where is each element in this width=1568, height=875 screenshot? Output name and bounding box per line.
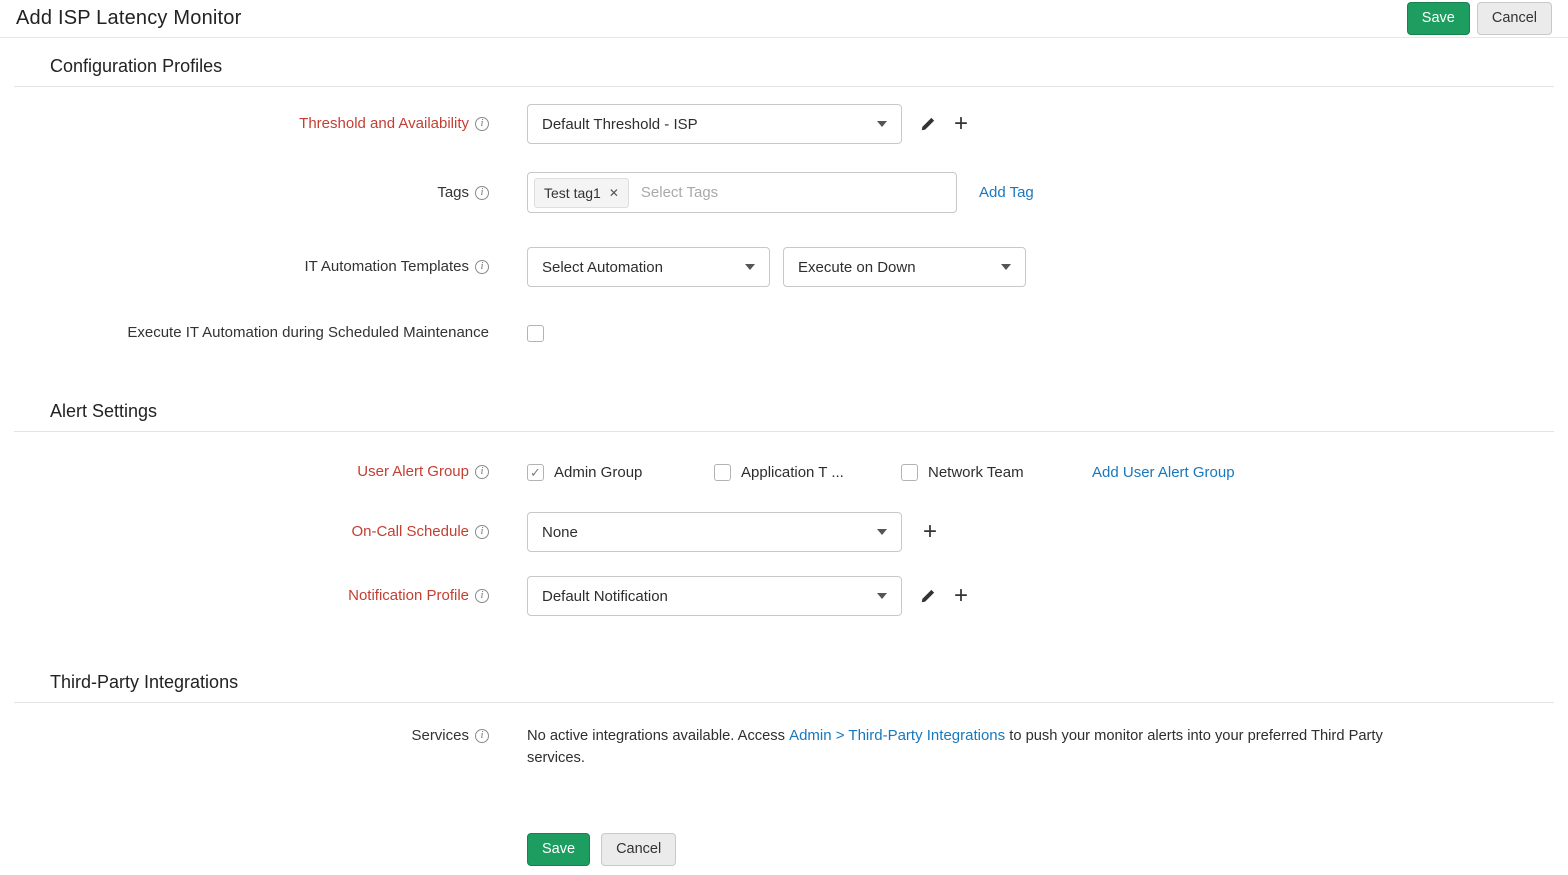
save-button[interactable]: Save: [1407, 2, 1470, 35]
tag-chip-label: Test tag1: [544, 185, 601, 201]
tags-placeholder: Select Tags: [641, 184, 718, 201]
automation-action-value: Execute on Down: [798, 259, 916, 276]
info-icon[interactable]: [475, 525, 489, 539]
threshold-select[interactable]: Default Threshold - ISP: [527, 104, 902, 144]
user-alert-group-row: User Alert Group Admin Group Application…: [0, 462, 1568, 482]
threshold-select-value: Default Threshold - ISP: [542, 116, 698, 133]
add-icon[interactable]: [920, 522, 940, 542]
info-icon[interactable]: [475, 465, 489, 479]
tag-chip: Test tag1: [534, 178, 629, 208]
on-call-schedule-label: On-Call Schedule: [0, 522, 489, 542]
section-third-party-integrations: Third-Party Integrations: [50, 672, 1568, 693]
save-button[interactable]: Save: [527, 833, 590, 866]
admin-third-party-integrations-link[interactable]: Admin > Third-Party Integrations: [789, 727, 1005, 744]
services-row: Services No active integrations availabl…: [0, 725, 1568, 769]
chevron-down-icon: [877, 121, 887, 127]
header-actions: Save Cancel: [1407, 2, 1552, 35]
maintenance-checkbox[interactable]: [527, 325, 544, 342]
checkbox-icon[interactable]: [527, 464, 544, 481]
it-automation-label: IT Automation Templates: [0, 257, 489, 277]
user-alert-group-label: User Alert Group: [0, 462, 489, 482]
tags-label: Tags: [0, 183, 489, 203]
notification-profile-value: Default Notification: [542, 588, 668, 605]
services-message: No active integrations available. Access…: [527, 725, 1392, 769]
maintenance-row: Execute IT Automation during Scheduled M…: [0, 323, 1568, 343]
info-icon[interactable]: [475, 260, 489, 274]
checkbox-application-team[interactable]: Application T ...: [714, 464, 901, 481]
chevron-down-icon: [877, 529, 887, 535]
tags-row: Tags Test tag1 Select Tags Add Tag: [0, 172, 1568, 213]
tags-input[interactable]: Test tag1 Select Tags: [527, 172, 957, 213]
add-user-alert-group-link[interactable]: Add User Alert Group: [1092, 464, 1235, 481]
chevron-down-icon: [745, 264, 755, 270]
info-icon[interactable]: [475, 589, 489, 603]
threshold-label: Threshold and Availability: [0, 114, 489, 134]
it-automation-row: IT Automation Templates Select Automatio…: [0, 247, 1568, 287]
notification-profile-row: Notification Profile Default Notificatio…: [0, 576, 1568, 616]
checkbox-admin-group[interactable]: Admin Group: [527, 464, 714, 481]
services-label: Services: [0, 725, 489, 747]
threshold-row: Threshold and Availability Default Thres…: [0, 104, 1568, 144]
on-call-schedule-row: On-Call Schedule None: [0, 512, 1568, 552]
notification-profile-label: Notification Profile: [0, 586, 489, 606]
info-icon[interactable]: [475, 729, 489, 743]
section-configuration-profiles: Configuration Profiles: [50, 56, 1568, 77]
section-divider: [14, 86, 1554, 87]
add-icon[interactable]: [951, 114, 971, 134]
cancel-button[interactable]: Cancel: [601, 833, 676, 866]
edit-icon[interactable]: [920, 589, 935, 604]
automation-template-value: Select Automation: [542, 259, 663, 276]
add-icon[interactable]: [951, 586, 971, 606]
section-divider: [14, 431, 1554, 432]
remove-tag-icon[interactable]: [609, 187, 619, 199]
info-icon[interactable]: [475, 117, 489, 131]
footer-actions: Save Cancel: [527, 833, 1568, 866]
chevron-down-icon: [1001, 264, 1011, 270]
notification-profile-select[interactable]: Default Notification: [527, 576, 902, 616]
section-divider: [14, 702, 1554, 703]
cancel-button[interactable]: Cancel: [1477, 2, 1552, 35]
add-tag-link[interactable]: Add Tag: [979, 184, 1034, 201]
checkbox-icon[interactable]: [714, 464, 731, 481]
page-header: Add ISP Latency Monitor Save Cancel: [0, 0, 1568, 38]
checkbox-icon[interactable]: [901, 464, 918, 481]
info-icon[interactable]: [475, 186, 489, 200]
checkbox-network-team[interactable]: Network Team: [901, 464, 1088, 481]
section-alert-settings: Alert Settings: [50, 401, 1568, 422]
page-title: Add ISP Latency Monitor: [16, 7, 241, 30]
on-call-schedule-select[interactable]: None: [527, 512, 902, 552]
automation-action-select[interactable]: Execute on Down: [783, 247, 1026, 287]
on-call-schedule-value: None: [542, 524, 578, 541]
chevron-down-icon: [877, 593, 887, 599]
maintenance-label: Execute IT Automation during Scheduled M…: [0, 323, 489, 343]
edit-icon[interactable]: [920, 117, 935, 132]
automation-template-select[interactable]: Select Automation: [527, 247, 770, 287]
